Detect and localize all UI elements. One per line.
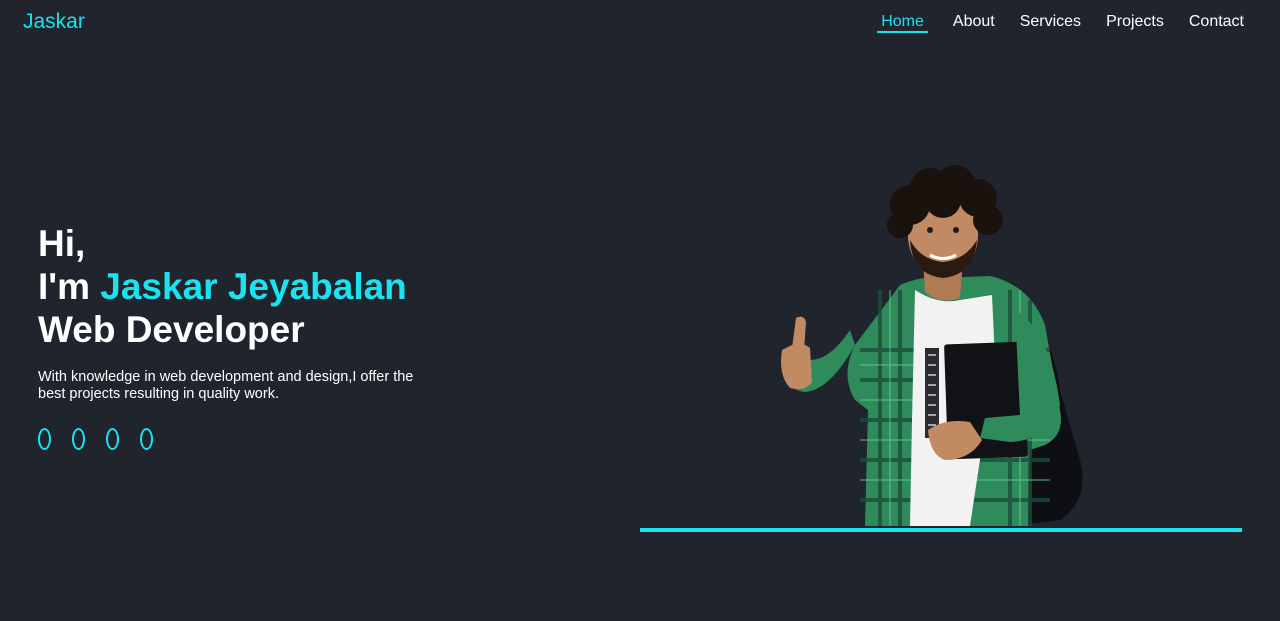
nav-services[interactable]: Services — [1020, 13, 1081, 31]
social-icon-2[interactable] — [72, 428, 85, 450]
social-icon-3[interactable] — [106, 428, 119, 450]
hero-role: Web Developer — [38, 309, 305, 350]
site-header: Jaskar Home About Services Projects Cont… — [0, 0, 1280, 46]
nav-about[interactable]: About — [953, 13, 995, 31]
nav-home[interactable]: Home — [877, 13, 928, 33]
hero-description: With knowledge in web development and de… — [38, 369, 414, 402]
social-icon-1[interactable] — [38, 428, 51, 450]
portfolio-page: Jaskar Home About Services Projects Cont… — [0, 0, 1280, 621]
hero-intro-prefix: I'm — [38, 266, 101, 307]
social-icon-4[interactable] — [140, 428, 153, 450]
hero-person-image — [781, 165, 1083, 526]
nav-projects[interactable]: Projects — [1106, 13, 1164, 31]
nav-contact[interactable]: Contact — [1189, 13, 1244, 31]
main-nav: Home About Services Projects Contact — [852, 13, 1244, 33]
hero-greeting: Hi, — [38, 223, 86, 264]
site-logo[interactable]: Jaskar — [23, 10, 85, 34]
hero-content: Hi, I'm Jaskar Jeyabalan Web Developer W… — [38, 222, 458, 450]
hero-name: Jaskar Jeyabalan — [100, 266, 407, 307]
hero-accent-bar — [640, 528, 1242, 532]
hero-heading: Hi, I'm Jaskar Jeyabalan Web Developer — [38, 222, 458, 351]
social-links — [38, 428, 458, 450]
